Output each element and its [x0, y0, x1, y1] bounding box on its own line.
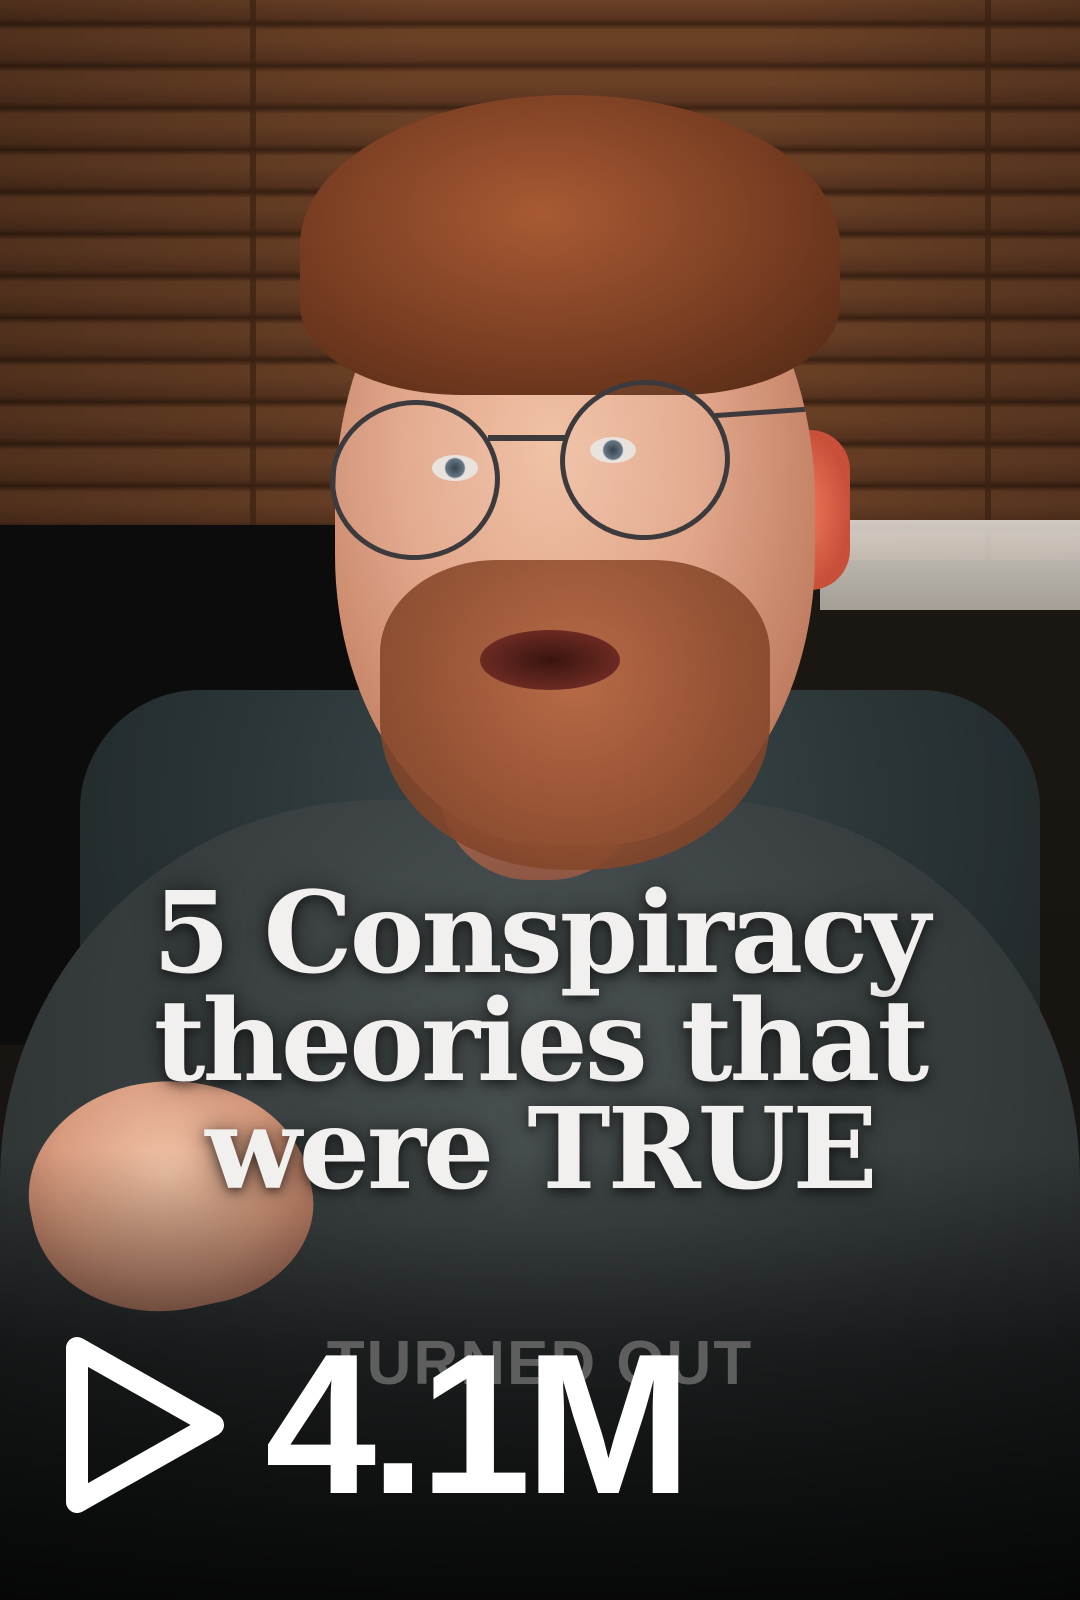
view-count: 4.1M	[55, 1313, 692, 1536]
blind-cord	[250, 0, 256, 560]
view-count-value: 4.1M	[265, 1313, 692, 1536]
person-mouth	[480, 630, 620, 690]
person-hair	[300, 95, 840, 395]
video-thumbnail[interactable]: 5 Conspiracy theories that were TRUE TUR…	[0, 0, 1080, 1600]
video-title-line: 5 Conspiracy	[152, 868, 931, 999]
video-title-line: were TRUE	[205, 1084, 877, 1215]
play-icon	[66, 1337, 224, 1513]
background-window	[820, 520, 1080, 610]
person-beard	[380, 560, 770, 870]
video-title: 5 Conspiracy theories that were TRUE	[90, 868, 990, 1215]
glasses-bridge	[488, 435, 568, 441]
blind-cord	[985, 0, 991, 560]
video-title-line: theories that	[153, 976, 929, 1107]
